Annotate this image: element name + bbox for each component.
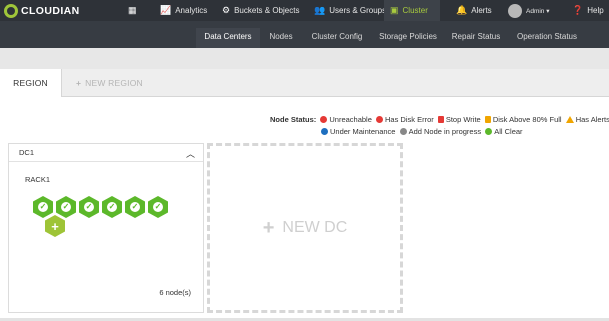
add-node-button[interactable]: +: [45, 215, 65, 237]
add-node-progress-icon: [399, 128, 407, 135]
legend-all-clear: All Clear: [494, 127, 523, 136]
stop-write-icon: [437, 116, 444, 123]
nav-analytics-label: Analytics: [175, 6, 208, 15]
nav-buckets-objects[interactable]: ⚙ Buckets & Objects: [222, 0, 299, 21]
nav-help[interactable]: ❓ Help: [572, 0, 604, 21]
region-tabs: REGION + NEW REGION: [0, 69, 609, 97]
header-spacer: [0, 48, 609, 69]
subnav-cluster-config[interactable]: Cluster Config: [306, 28, 368, 48]
tab-new-region[interactable]: + NEW REGION: [76, 69, 143, 97]
maintenance-icon: [321, 128, 328, 135]
legend-alerts: Has Alerts: [575, 115, 609, 124]
nav-users-label: Users & Groups: [329, 6, 387, 15]
subnav-data-centers[interactable]: Data Centers: [196, 28, 260, 48]
dc-header[interactable]: DC1 ︿: [9, 144, 203, 162]
node-hex[interactable]: ✓: [79, 196, 99, 218]
new-dc-button[interactable]: + NEW DC: [207, 143, 403, 313]
dc-name: DC1: [19, 148, 35, 157]
help-icon: ❓: [572, 5, 584, 15]
nav-help-label: Help: [587, 6, 604, 15]
new-dc-label: NEW DC: [282, 219, 348, 236]
grid-icon: ▦: [128, 5, 137, 15]
top-nav-bar: CLOUDIAN ▦ 📈 Analytics ⚙ Buckets & Objec…: [0, 0, 609, 21]
tab-new-region-label: NEW REGION: [85, 78, 143, 88]
nav-cluster-label: Cluster: [402, 6, 428, 15]
subnav-nodes[interactable]: Nodes: [260, 28, 302, 48]
alert-triangle-icon: [565, 116, 574, 123]
chevron-up-icon[interactable]: ︿: [186, 147, 195, 160]
subnav-storage-policies[interactable]: Storage Policies: [374, 28, 442, 48]
bell-icon: 🔔: [456, 5, 468, 15]
dc-card: DC1 ︿ RACK1 ✓ ✓ ✓ ✓ ✓ ✓ + 6 node(s): [8, 143, 204, 313]
chart-icon: 📈: [160, 5, 172, 15]
brand-name: CLOUDIAN: [21, 4, 80, 17]
node-hex[interactable]: ✓: [125, 196, 145, 218]
nav-alerts[interactable]: 🔔 Alerts: [456, 0, 492, 21]
legend-add-node: Add Node in progress: [408, 127, 482, 136]
cluster-icon: ▣: [390, 5, 399, 15]
subnav-operation-status[interactable]: Operation Status: [512, 28, 582, 48]
plus-icon: +: [262, 217, 275, 239]
check-icon: ✓: [153, 202, 163, 212]
cloudian-logo[interactable]: CLOUDIAN: [4, 2, 80, 19]
check-icon: ✓: [38, 202, 48, 212]
disk-full-icon: [484, 116, 491, 123]
check-icon: ✓: [61, 202, 71, 212]
legend-stop-write: Stop Write: [445, 115, 481, 124]
nav-analytics[interactable]: 📈 Analytics: [160, 0, 207, 21]
node-hex[interactable]: ✓: [56, 196, 76, 218]
legend-unreachable: Unreachable: [329, 115, 372, 124]
avatar: [508, 3, 522, 18]
legend-title: Node Status:: [270, 115, 317, 124]
node-hex[interactable]: ✓: [102, 196, 122, 218]
nav-dashboard[interactable]: ▦: [128, 0, 137, 21]
legend-disk-above: Disk Above 80% Full: [492, 115, 562, 124]
gear-icon: ⚙: [222, 5, 231, 15]
users-icon: 👥: [314, 5, 326, 15]
node-status-legend: Node Status: Unreachable Has Disk Error …: [270, 114, 609, 138]
cluster-sub-nav: Data Centers Nodes Cluster Config Storag…: [0, 21, 609, 48]
node-hex[interactable]: ✓: [148, 196, 168, 218]
all-clear-icon: [485, 128, 493, 135]
legend-maintenance: Under Maintenance: [330, 127, 396, 136]
disk-error-icon: [375, 116, 383, 123]
rack-label: RACK1: [25, 175, 51, 184]
nav-alerts-label: Alerts: [471, 6, 492, 15]
unreachable-icon: [320, 116, 328, 123]
check-icon: ✓: [84, 202, 94, 212]
subnav-repair-status[interactable]: Repair Status: [448, 28, 504, 48]
nav-admin-menu[interactable]: Admin ▾: [508, 0, 550, 21]
legend-disk-error: Has Disk Error: [384, 115, 434, 124]
nav-admin-label: Admin ▾: [526, 7, 550, 15]
node-count: 6 node(s): [159, 288, 191, 297]
tab-region[interactable]: REGION: [0, 69, 62, 97]
node-hex[interactable]: ✓: [33, 196, 53, 218]
plus-icon: +: [51, 218, 59, 234]
nav-buckets-label: Buckets & Objects: [234, 6, 300, 15]
check-icon: ✓: [130, 202, 140, 212]
plus-icon: +: [76, 78, 82, 88]
nav-cluster[interactable]: ▣ Cluster: [384, 0, 440, 21]
nav-users-groups[interactable]: 👥 Users & Groups: [314, 0, 386, 21]
cloudian-logo-mark-icon: [4, 3, 18, 18]
check-icon: ✓: [107, 202, 117, 212]
